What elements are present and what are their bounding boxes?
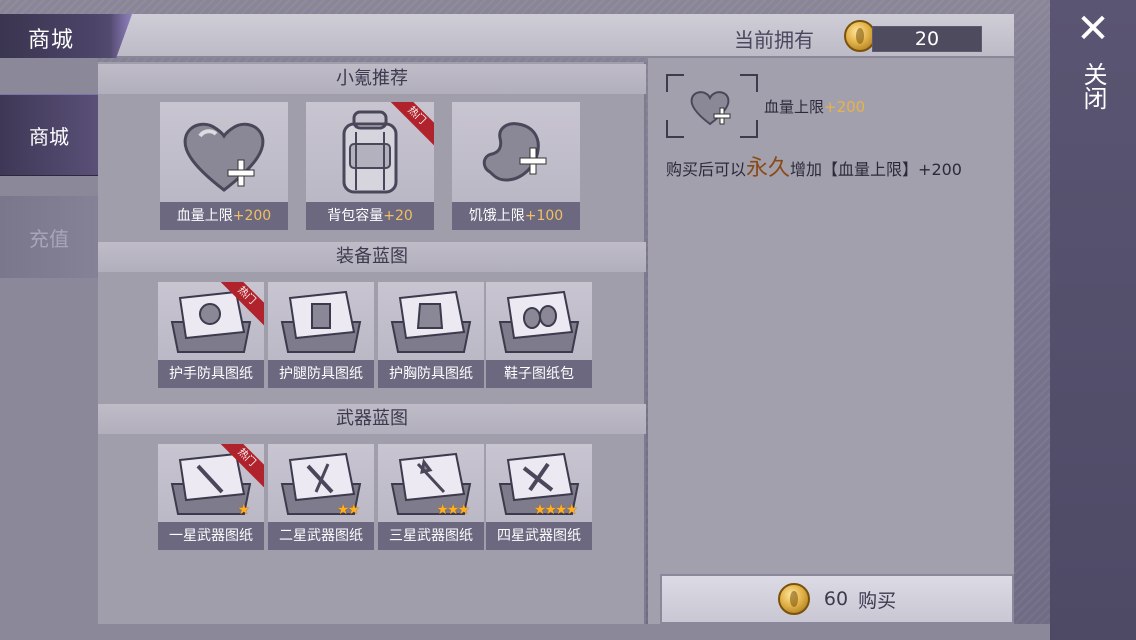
section-header-equipment: 装备蓝图 xyxy=(98,242,646,272)
heart-plus-icon xyxy=(183,122,265,192)
detail-item-name: 血量上限+200 xyxy=(764,98,866,116)
buy-price: 60 xyxy=(823,588,849,610)
sidebar-tab-shop[interactable]: 商城 xyxy=(0,94,98,176)
close-panel[interactable]: ✕ 关闭 xyxy=(1050,0,1136,640)
item-card-weapon-4star[interactable]: ★★★★ 四星武器图纸 xyxy=(486,444,592,550)
detail-frame-corner xyxy=(740,74,758,92)
item-label: 护手防具图纸 xyxy=(158,360,264,388)
selection-corner xyxy=(270,102,288,120)
stomach-plus-icon xyxy=(482,122,547,182)
pants-blueprint-icon xyxy=(280,290,362,353)
item-detail-panel: 血量上限+200 购买后可以永久增加【血量上限】+200 xyxy=(648,58,1014,624)
close-icon[interactable]: ✕ xyxy=(1074,9,1112,49)
item-card-pants-blueprint[interactable]: 护腿防具图纸 xyxy=(268,282,374,388)
detail-frame-corner xyxy=(666,74,684,92)
detail-frame-corner xyxy=(740,120,758,138)
item-card-hunger-max[interactable]: 饥饿上限+100 xyxy=(452,102,580,230)
item-label: 饥饿上限+100 xyxy=(452,202,580,230)
star-rating: ★★ xyxy=(336,502,360,518)
close-label[interactable]: 关闭 xyxy=(1079,62,1108,110)
item-card-weapon-2star[interactable]: ★★ 二星武器图纸 xyxy=(268,444,374,550)
buy-button[interactable]: 60 购买 xyxy=(660,574,1014,624)
buy-label: 购买 xyxy=(858,589,897,612)
shoes-blueprint-icon xyxy=(498,290,580,353)
shop-grid: 小氪推荐 血量上限+200 热门 背包容量+20 饥饿上限+100 装备蓝图 热… xyxy=(98,62,646,624)
detail-frame-corner xyxy=(666,120,684,138)
item-card-hp-max[interactable]: 血量上限+200 xyxy=(160,102,288,230)
owned-amount: 20 xyxy=(872,26,982,52)
bottom-band xyxy=(98,624,1050,640)
item-label: 一星武器图纸 xyxy=(158,522,264,550)
section-header-weapons: 武器蓝图 xyxy=(98,404,646,434)
item-label: 血量上限+200 xyxy=(160,202,288,230)
star-rating: ★★★ xyxy=(436,502,470,518)
item-card-shoes-blueprint[interactable]: 鞋子图纸包 xyxy=(486,282,592,388)
heart-plus-icon xyxy=(690,91,731,126)
selection-corner xyxy=(270,212,288,230)
sidebar-tab-recharge[interactable]: 充值 xyxy=(0,196,98,278)
item-label: 四星武器图纸 xyxy=(486,522,592,550)
item-label: 三星武器图纸 xyxy=(378,522,484,550)
item-card-vest-blueprint[interactable]: 护胸防具图纸 xyxy=(378,282,484,388)
gold-coin-icon xyxy=(777,583,810,615)
item-card-weapon-3star[interactable]: ★★★ 三星武器图纸 xyxy=(378,444,484,550)
selection-corner xyxy=(160,102,178,120)
section-header-recommend: 小氪推荐 xyxy=(98,64,646,94)
selection-corner xyxy=(160,212,178,230)
page-title: 商城 xyxy=(28,28,75,53)
item-label: 护胸防具图纸 xyxy=(378,360,484,388)
item-label: 护腿防具图纸 xyxy=(268,360,374,388)
sidebar-tab-label: 充值 xyxy=(29,226,69,251)
item-card-weapon-1star[interactable]: 热门 ★ 一星武器图纸 xyxy=(158,444,264,550)
detail-description: 购买后可以永久增加【血量上限】+200 xyxy=(666,156,962,181)
vest-blueprint-icon xyxy=(390,290,472,353)
weapon-blueprint-icon xyxy=(280,452,362,515)
item-label: 二星武器图纸 xyxy=(268,522,374,550)
star-rating: ★★★★ xyxy=(533,502,578,518)
weapon-blueprint-icon xyxy=(390,452,472,515)
sidebar-tab-label: 商城 xyxy=(29,124,69,149)
star-rating: ★ xyxy=(237,502,249,518)
item-label: 鞋子图纸包 xyxy=(486,360,592,388)
item-label: 背包容量+20 xyxy=(306,202,434,230)
owned-label: 当前拥有 xyxy=(734,28,814,52)
item-card-backpack[interactable]: 热门 背包容量+20 xyxy=(306,102,434,230)
item-card-gloves-blueprint[interactable]: 热门 护手防具图纸 xyxy=(158,282,264,388)
